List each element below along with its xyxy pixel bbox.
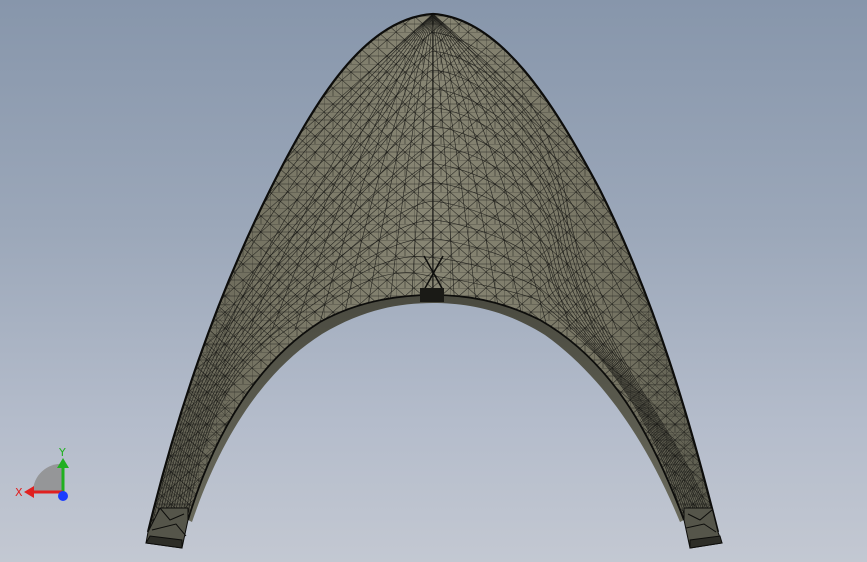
graphics-viewport[interactable]: Y X <box>0 0 867 562</box>
triad-y-label: Y <box>58 446 66 459</box>
right-foot <box>683 507 723 549</box>
triad-x-label: X <box>15 486 23 499</box>
reference-triad[interactable]: Y X <box>10 440 80 510</box>
triad-x-arrow-icon <box>24 486 34 498</box>
meshed-arch-model[interactable] <box>0 0 867 562</box>
triad-z-axis-icon <box>58 491 68 501</box>
triad-plane-icon <box>32 463 63 492</box>
triad-y-arrow-icon <box>57 458 69 468</box>
